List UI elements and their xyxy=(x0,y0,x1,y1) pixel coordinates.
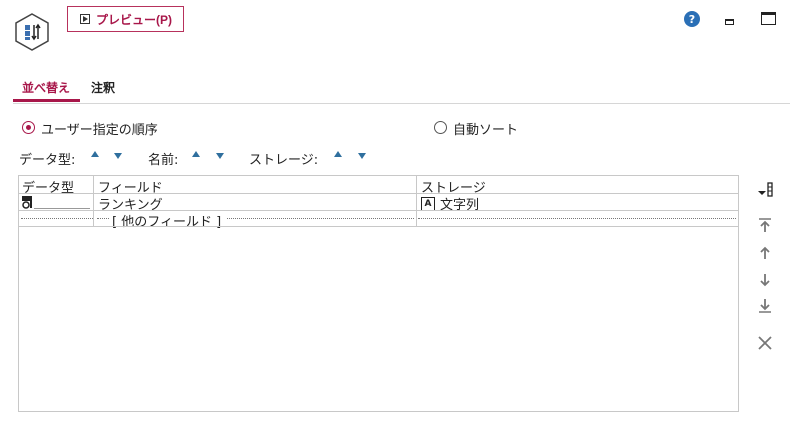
field-reorder-icon[interactable] xyxy=(757,182,773,198)
sort-name-descending-icon[interactable] xyxy=(216,153,224,159)
radio-custom-order[interactable] xyxy=(22,121,35,134)
column-header-type[interactable]: データ型 xyxy=(22,177,74,196)
row-divider xyxy=(19,226,738,227)
string-storage-icon: A xyxy=(421,196,435,211)
other-fields-dotted-line xyxy=(227,218,414,219)
preview-button-label: プレビュー(P) xyxy=(96,12,172,27)
field-order-table[interactable]: データ型 フィールド ストレージ ランキング A 文字列 [ 他のフィールド ] xyxy=(18,175,739,412)
sort-storage-descending-icon[interactable] xyxy=(358,153,366,159)
radio-selected-dot xyxy=(26,125,31,130)
type-cell-underline xyxy=(34,208,90,209)
radio-custom-order-label[interactable]: ユーザー指定の順序 xyxy=(41,119,158,138)
radio-auto-sort[interactable] xyxy=(434,121,447,134)
sort-storage-ascending-icon[interactable] xyxy=(334,151,342,157)
minimize-icon[interactable] xyxy=(725,19,734,25)
sort-key-storage-label: ストレージ: xyxy=(249,153,319,168)
column-divider xyxy=(93,176,94,226)
radio-auto-sort-label[interactable]: 自動ソート xyxy=(453,119,518,138)
sort-name-ascending-icon[interactable] xyxy=(192,151,200,157)
tab-annotations[interactable]: 注釈 xyxy=(91,79,115,96)
move-to-top-icon[interactable] xyxy=(757,217,773,233)
help-icon[interactable]: ? xyxy=(684,11,700,27)
other-fields-dotted-line xyxy=(97,218,109,219)
other-fields-dotted-line xyxy=(21,218,93,219)
move-up-icon[interactable] xyxy=(757,245,773,261)
preview-button[interactable]: プレビュー(P) xyxy=(67,6,184,32)
other-fields-dotted-line xyxy=(418,218,736,219)
play-icon xyxy=(80,14,90,24)
sort-node-icon xyxy=(14,13,50,51)
sort-key-name-label: 名前: xyxy=(148,153,179,168)
tab-sort[interactable]: 並べ替え xyxy=(22,79,70,96)
sort-type-descending-icon[interactable] xyxy=(114,153,122,159)
tab-divider xyxy=(13,103,790,104)
column-divider xyxy=(416,176,417,226)
other-fields-row[interactable]: [ 他のフィールド ] xyxy=(110,211,224,230)
move-to-bottom-icon[interactable] xyxy=(757,298,773,314)
maximize-icon[interactable] xyxy=(761,12,776,25)
move-down-icon[interactable] xyxy=(757,272,773,288)
delete-icon[interactable] xyxy=(757,334,773,350)
sort-type-ascending-icon[interactable] xyxy=(91,151,99,157)
sort-key-type-label: データ型: xyxy=(19,153,76,168)
active-tab-indicator xyxy=(13,99,80,102)
